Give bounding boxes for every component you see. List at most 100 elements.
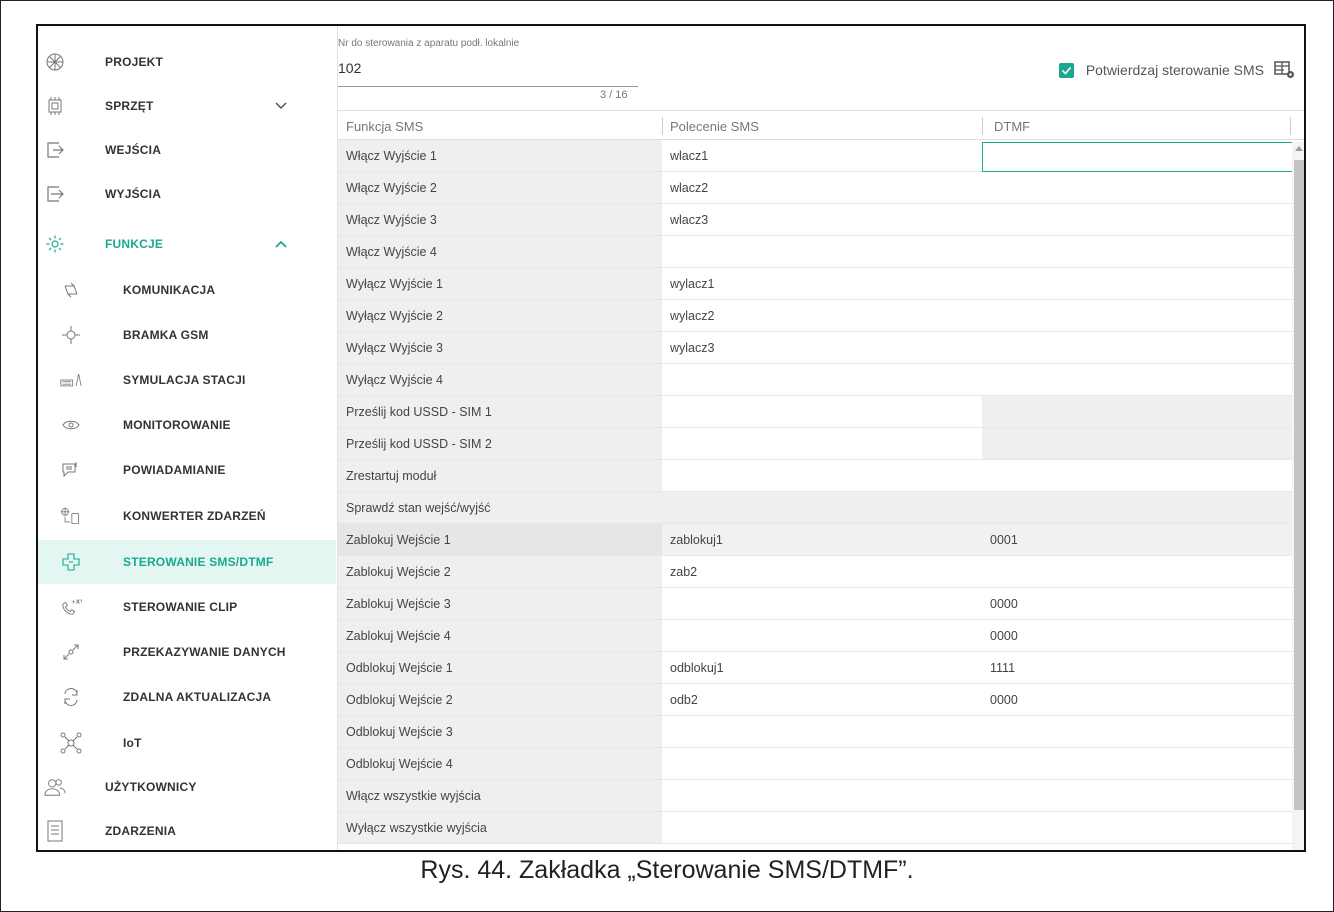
chevron-down-icon[interactable]	[274, 99, 288, 113]
table-row[interactable]: Włącz Wyjście 3 wlacz3	[338, 204, 1304, 236]
chevron-up-icon[interactable]	[274, 237, 288, 251]
cell-polecenie[interactable]: wlacz2	[662, 172, 982, 203]
cell-polecenie[interactable]: odb2	[662, 684, 982, 715]
cell-dtmf[interactable]: 0000	[982, 588, 1302, 619]
sidebar-item-monitorowanie[interactable]: MONITOROWANIE	[38, 403, 336, 447]
cell-polecenie[interactable]: wylacz3	[662, 332, 982, 363]
cell-dtmf[interactable]	[982, 204, 1302, 235]
sidebar-item-sterowanie-clip[interactable]: +XYZ STEROWANIE CLIP	[38, 585, 336, 629]
confirm-sms-toggle[interactable]: Potwierdzaj sterowanie SMS	[1058, 60, 1296, 80]
cell-dtmf[interactable]	[982, 236, 1302, 267]
cell-dtmf[interactable]	[982, 268, 1302, 299]
table-row[interactable]: Włącz Wyjście 4	[338, 236, 1304, 268]
sidebar-item-symulacja-stacji[interactable]: SYMULACJA STACJI	[38, 358, 336, 402]
sidebar-item-sprzet[interactable]: SPRZĘT	[38, 84, 336, 128]
cell-dtmf[interactable]: 1111	[982, 652, 1302, 683]
cell-polecenie[interactable]	[662, 748, 982, 779]
cell-polecenie[interactable]: wylacz2	[662, 300, 982, 331]
sidebar-item-projekt[interactable]: PROJEKT	[38, 40, 336, 84]
cell-polecenie[interactable]	[662, 428, 982, 459]
gsm-gateway-icon	[60, 324, 82, 346]
scrollbar-thumb[interactable]	[1294, 160, 1304, 810]
notification-icon	[60, 459, 82, 481]
cell-dtmf[interactable]	[982, 748, 1302, 779]
cell-dtmf[interactable]	[982, 428, 1302, 459]
cell-dtmf[interactable]	[982, 172, 1302, 203]
table-row[interactable]: Włącz Wyjście 1 wlacz1	[338, 140, 1304, 172]
phone-field-input[interactable]: 102	[338, 60, 361, 76]
cell-polecenie[interactable]: zab2	[662, 556, 982, 587]
cell-polecenie[interactable]	[662, 236, 982, 267]
cell-dtmf[interactable]: 0001	[982, 524, 1302, 555]
cell-polecenie[interactable]	[662, 364, 982, 395]
table-row[interactable]: Wyłącz Wyjście 2 wylacz2	[338, 300, 1304, 332]
table-settings-icon[interactable]	[1274, 60, 1296, 80]
sidebar-item-wyjscia[interactable]: WYJŚCIA	[38, 172, 336, 216]
table-row[interactable]: Odblokuj Wejście 1 odblokuj1 1111	[338, 652, 1304, 684]
cell-polecenie[interactable]: wlacz3	[662, 204, 982, 235]
cell-dtmf[interactable]	[982, 300, 1302, 331]
cell-polecenie[interactable]	[662, 460, 982, 491]
confirm-sms-checkbox[interactable]	[1058, 62, 1074, 78]
sidebar-item-zdarzenia[interactable]: ZDARZENIA	[38, 809, 336, 850]
table-row[interactable]: Wyłącz wszystkie wyjścia	[338, 812, 1304, 844]
scroll-up-arrow-icon[interactable]	[1295, 146, 1303, 151]
cell-dtmf[interactable]	[982, 556, 1302, 587]
column-header-dtmf[interactable]: DTMF	[994, 119, 1030, 134]
sidebar-item-zdalna-aktualizacja[interactable]: ZDALNA AKTUALIZACJA	[38, 675, 336, 719]
sidebar-item-powiadamianie[interactable]: POWIADAMIANIE	[38, 448, 336, 492]
table-row[interactable]: Włącz Wyjście 2 wlacz2	[338, 172, 1304, 204]
cell-dtmf[interactable]	[982, 492, 1302, 523]
cell-dtmf[interactable]	[982, 364, 1302, 395]
cell-dtmf[interactable]: 0000	[982, 684, 1302, 715]
table-row[interactable]: Wyłącz Wyjście 3 wylacz3	[338, 332, 1304, 364]
table-row[interactable]: Prześlij kod USSD - SIM 1	[338, 396, 1304, 428]
column-header-funkcja[interactable]: Funkcja SMS	[346, 119, 423, 134]
sidebar-item-komunikacja[interactable]: KOMUNIKACJA	[38, 268, 336, 312]
dtmf-input-active[interactable]	[982, 142, 1300, 172]
sidebar-item-konwerter-zdarzen[interactable]: KONWERTER ZDARZEŃ	[38, 494, 336, 538]
cell-dtmf[interactable]	[982, 460, 1302, 491]
sidebar-item-przekazywanie-danych[interactable]: PRZEKAZYWANIE DANYCH	[38, 630, 336, 674]
table-row[interactable]: Odblokuj Wejście 4	[338, 748, 1304, 780]
table-row[interactable]: Odblokuj Wejście 3	[338, 716, 1304, 748]
table-row[interactable]: Zablokuj Wejście 3 0000	[338, 588, 1304, 620]
cell-polecenie[interactable]	[662, 812, 982, 843]
table-row[interactable]: Wyłącz Wyjście 4	[338, 364, 1304, 396]
table-row[interactable]: Włącz wszystkie wyjścia	[338, 780, 1304, 812]
cell-dtmf[interactable]: 0000	[982, 620, 1302, 651]
table-row[interactable]: Zrestartuj moduł	[338, 460, 1304, 492]
sidebar-item-uzytkownicy[interactable]: UŻYTKOWNICY	[38, 765, 336, 809]
cell-polecenie[interactable]: wylacz1	[662, 268, 982, 299]
hardware-icon	[44, 95, 66, 117]
column-header-polecenie[interactable]: Polecenie SMS	[670, 119, 759, 134]
table-row[interactable]: Wyłącz Wyjście 1 wylacz1	[338, 268, 1304, 300]
cell-polecenie[interactable]	[662, 716, 982, 747]
sidebar-item-wejscia[interactable]: WEJŚCIA	[38, 128, 336, 172]
cell-polecenie[interactable]	[662, 620, 982, 651]
table-row[interactable]: Zablokuj Wejście 1 zablokuj1 0001	[338, 524, 1304, 556]
sidebar-item-iot[interactable]: IoT	[38, 721, 336, 765]
table-row[interactable]: Zablokuj Wejście 4 0000	[338, 620, 1304, 652]
cell-polecenie[interactable]: zablokuj1	[662, 524, 982, 555]
table-scrollbar[interactable]	[1292, 142, 1304, 850]
cell-polecenie[interactable]	[662, 396, 982, 427]
cell-polecenie[interactable]	[662, 588, 982, 619]
cell-dtmf[interactable]	[982, 332, 1302, 363]
table-row[interactable]: Sprawdź stan wejść/wyjść	[338, 492, 1304, 524]
sidebar-item-funkcje[interactable]: FUNKCJE	[38, 222, 336, 266]
cell-polecenie[interactable]: odblokuj1	[662, 652, 982, 683]
sidebar-item-bramka-gsm[interactable]: BRAMKA GSM	[38, 313, 336, 357]
cell-dtmf[interactable]	[982, 780, 1302, 811]
cell-dtmf[interactable]	[982, 812, 1302, 843]
table-row[interactable]: Zablokuj Wejście 2 zab2	[338, 556, 1304, 588]
sidebar-item-sterowanie-sms-dtmf[interactable]: STEROWANIE SMS/DTMF	[38, 540, 336, 584]
cell-polecenie[interactable]: wlacz1	[662, 140, 982, 171]
cell-polecenie[interactable]	[662, 780, 982, 811]
table-row[interactable]: Prześlij kod USSD - SIM 2	[338, 428, 1304, 460]
cell-dtmf[interactable]	[982, 716, 1302, 747]
cell-funkcja: Zablokuj Wejście 3	[338, 588, 662, 619]
cell-dtmf[interactable]	[982, 396, 1302, 427]
table-row[interactable]: Odblokuj Wejście 2 odb2 0000	[338, 684, 1304, 716]
cell-polecenie[interactable]	[662, 492, 982, 523]
